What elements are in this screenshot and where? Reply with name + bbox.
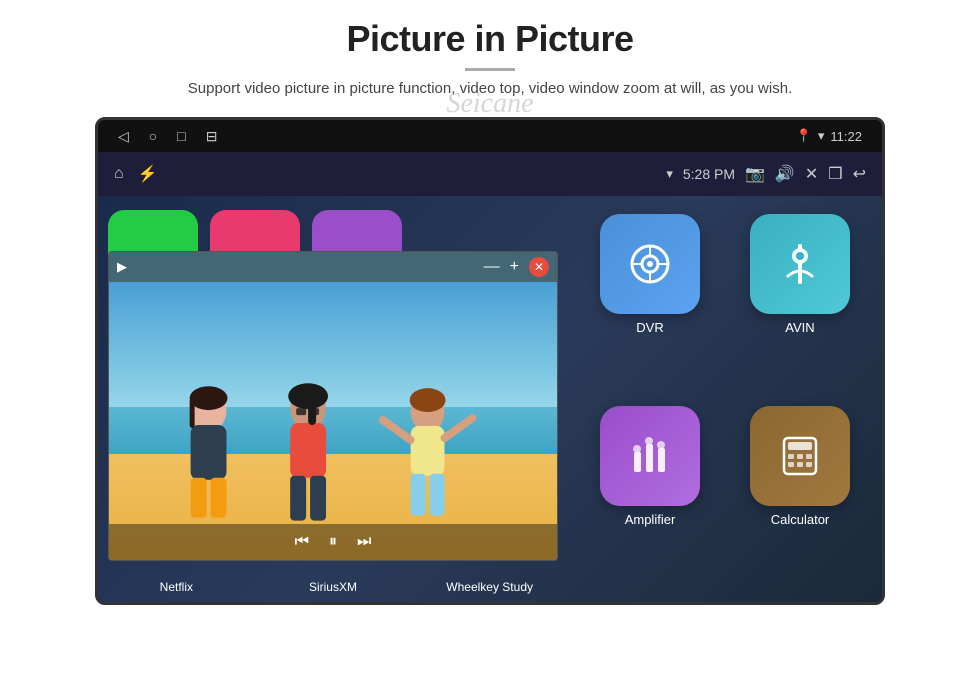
pip-minimize-btn[interactable]: — <box>484 258 500 276</box>
calculator-svg <box>774 430 826 482</box>
nav-recent-icon[interactable]: □ <box>177 128 185 144</box>
avin-label: AVIN <box>785 320 814 335</box>
nav-back-icon[interactable]: ◁ <box>118 128 129 145</box>
window-icon[interactable]: ❒ <box>828 164 842 184</box>
action-bar-left: ⌂ ⚡ <box>114 164 158 184</box>
action-time: 5:28 PM <box>683 166 735 182</box>
usb-icon: ⚡ <box>138 164 158 184</box>
wifi-icon: ▾ <box>666 166 673 182</box>
forward-btn[interactable]: ⏭ <box>357 533 371 551</box>
pip-video-window[interactable]: ▶ — + ✕ <box>108 251 558 561</box>
status-time: 11:22 <box>830 129 862 144</box>
main-area: ▶ — + ✕ <box>98 196 882 602</box>
status-bar-top: ◁ ○ □ ⊟ 📍 ▾ 11:22 <box>98 120 882 152</box>
device-frame: ◁ ○ □ ⊟ 📍 ▾ 11:22 ⌂ ⚡ ▾ 5:28 PM 📷 🔊 <box>95 117 885 605</box>
pip-toolbar-left: ▶ <box>117 259 127 275</box>
nav-extra-icon[interactable]: ⊟ <box>206 128 218 145</box>
action-bar: ⌂ ⚡ ▾ 5:28 PM 📷 🔊 ✕ ❒ ↩ <box>98 152 882 196</box>
status-right: 📍 ▾ 11:22 <box>796 128 862 144</box>
dvr-svg <box>624 238 676 290</box>
subtitle: Support video picture in picture functio… <box>188 77 792 101</box>
siriusxm-label: SiriusXM <box>288 580 378 594</box>
beach-scene <box>109 282 557 560</box>
nav-home-icon[interactable]: ○ <box>149 128 157 144</box>
back-icon[interactable]: ↩ <box>853 164 866 184</box>
app-icon-block-amplifier[interactable]: Amplifier <box>582 406 718 584</box>
action-bar-right: ▾ 5:28 PM 📷 🔊 ✕ ❒ ↩ <box>666 164 866 184</box>
app-grid: ▶ — + ✕ <box>98 196 882 602</box>
amplifier-label: Amplifier <box>625 512 676 527</box>
home-icon[interactable]: ⌂ <box>114 165 124 183</box>
apps-right: DVR AVIN <box>568 196 882 602</box>
camera-icon[interactable]: 📷 <box>745 164 765 184</box>
nav-buttons: ◁ ○ □ ⊟ <box>118 128 217 145</box>
play-btn[interactable]: ⏸ <box>329 533 337 551</box>
gps-icon: 📍 <box>796 128 812 144</box>
app-icon-block-calculator[interactable]: Calculator <box>732 406 868 584</box>
amplifier-svg <box>624 430 676 482</box>
app-icon-block-dvr[interactable]: DVR <box>582 214 718 392</box>
dvr-icon[interactable] <box>600 214 700 314</box>
rewind-btn[interactable]: ⏮ <box>295 533 309 551</box>
pip-toolbar-right: — + ✕ <box>484 257 549 277</box>
app-icon-block-avin[interactable]: AVIN <box>732 214 868 392</box>
calculator-label: Calculator <box>771 512 830 527</box>
amplifier-icon[interactable] <box>600 406 700 506</box>
dvr-label: DVR <box>636 320 663 335</box>
netflix-label: Netflix <box>131 580 221 594</box>
bottom-labels: Netflix SiriusXM Wheelkey Study <box>98 580 568 594</box>
pip-area: ▶ — + ✕ <box>98 196 568 602</box>
sound-icon[interactable]: 🔊 <box>775 164 795 184</box>
pip-play-indicator: ▶ <box>117 259 127 275</box>
pip-controls: ⏮ ⏸ ⏭ <box>109 524 557 560</box>
pip-maximize-btn[interactable]: + <box>510 258 519 276</box>
wheelkey-label: Wheelkey Study <box>445 580 535 594</box>
avin-svg <box>774 238 826 290</box>
signal-icon: ▾ <box>818 128 825 144</box>
pip-close-btn[interactable]: ✕ <box>529 257 549 277</box>
people-svg <box>109 330 557 530</box>
calculator-icon[interactable] <box>750 406 850 506</box>
close-x-icon[interactable]: ✕ <box>805 164 818 184</box>
page-title: Picture in Picture <box>346 18 633 60</box>
pip-toolbar: ▶ — + ✕ <box>109 252 557 282</box>
avin-icon[interactable] <box>750 214 850 314</box>
title-divider <box>465 68 515 71</box>
